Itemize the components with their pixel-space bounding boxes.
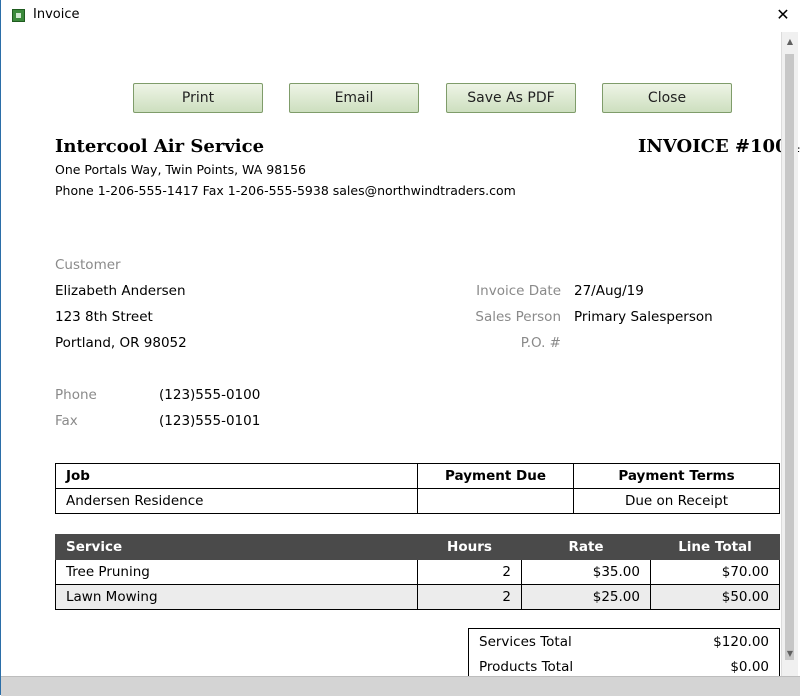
hours-cell: 2 [417, 584, 522, 610]
service-cell: Tree Pruning [55, 559, 418, 585]
window-close-icon[interactable]: ✕ [771, 2, 795, 28]
totals-row: Services Total $120.00 [469, 629, 780, 655]
scroll-up-arrow-icon[interactable]: ▲ [782, 34, 798, 50]
print-button[interactable]: Print [133, 83, 263, 113]
payment-terms-header: Payment Terms [573, 463, 780, 489]
totals-table: Services Total $120.00 Products Total $0… [468, 628, 780, 681]
invoice-window: Invoice ✕ Print Email Save As PDF Close … [0, 0, 800, 696]
payment-due-header: Payment Due [417, 463, 574, 489]
fax-value: (123)555-0101 [159, 413, 261, 429]
customer-name: Elizabeth Andersen [55, 283, 186, 299]
window-title: Invoice [33, 7, 80, 22]
payment-terms-cell: Due on Receipt [573, 488, 780, 514]
line-total-cell: $70.00 [650, 559, 780, 585]
service-cell: Lawn Mowing [55, 584, 418, 610]
customer-label: Customer [55, 257, 121, 273]
save-pdf-button[interactable]: Save As PDF [446, 83, 576, 113]
table-row: Andersen Residence Due on Receipt [55, 488, 780, 514]
service-header: Service [55, 534, 418, 560]
po-label: P.O. # [520, 335, 561, 351]
scrollbar-thumb[interactable] [785, 54, 794, 660]
job-cell: Andersen Residence [55, 488, 418, 514]
job-table-header: Job Payment Due Payment Terms [55, 463, 780, 489]
table-row: Tree Pruning 2 $35.00 $70.00 [55, 559, 780, 585]
scroll-down-arrow-icon[interactable]: ▼ [782, 646, 798, 662]
close-button[interactable]: Close [602, 83, 732, 113]
hours-cell: 2 [417, 559, 522, 585]
company-name: Intercool Air Service [55, 136, 265, 157]
sales-person-value: Primary Salesperson [574, 309, 713, 325]
services-total-label: Services Total [479, 633, 572, 650]
vertical-scrollbar[interactable]: ▲ ▼ [781, 32, 798, 676]
line-total-cell: $50.00 [650, 584, 780, 610]
payment-due-cell [417, 488, 574, 514]
invoice-number: INVOICE #1004 [638, 136, 800, 157]
invoice-date-value: 27/Aug/19 [574, 283, 644, 299]
phone-label: Phone [55, 387, 97, 403]
service-table-header: Service Hours Rate Line Total [55, 534, 780, 560]
rate-cell: $35.00 [521, 559, 651, 585]
title-bar: Invoice ✕ [1, 0, 800, 32]
customer-city: Portland, OR 98052 [55, 335, 187, 351]
customer-street: 123 8th Street [55, 309, 153, 325]
rate-cell: $25.00 [521, 584, 651, 610]
fax-label: Fax [55, 413, 78, 429]
job-table: Job Payment Due Payment Terms Andersen R… [55, 463, 780, 514]
phone-value: (123)555-0100 [159, 387, 261, 403]
app-icon [12, 9, 25, 22]
job-header: Job [55, 463, 418, 489]
company-address: One Portals Way, Twin Points, WA 98156 [55, 162, 307, 177]
hours-header: Hours [417, 534, 522, 560]
sales-person-label: Sales Person [475, 309, 561, 325]
rate-header: Rate [521, 534, 651, 560]
company-contact: Phone 1-206-555-1417 Fax 1-206-555-5938 … [55, 183, 516, 198]
service-table: Service Hours Rate Line Total Tree Pruni… [55, 534, 780, 610]
horizontal-scrollbar[interactable] [1, 676, 800, 696]
line-total-header: Line Total [650, 534, 780, 560]
table-row: Lawn Mowing 2 $25.00 $50.00 [55, 584, 780, 610]
email-button[interactable]: Email [289, 83, 419, 113]
services-total-value: $120.00 [713, 633, 769, 650]
invoice-date-label: Invoice Date [476, 283, 561, 299]
